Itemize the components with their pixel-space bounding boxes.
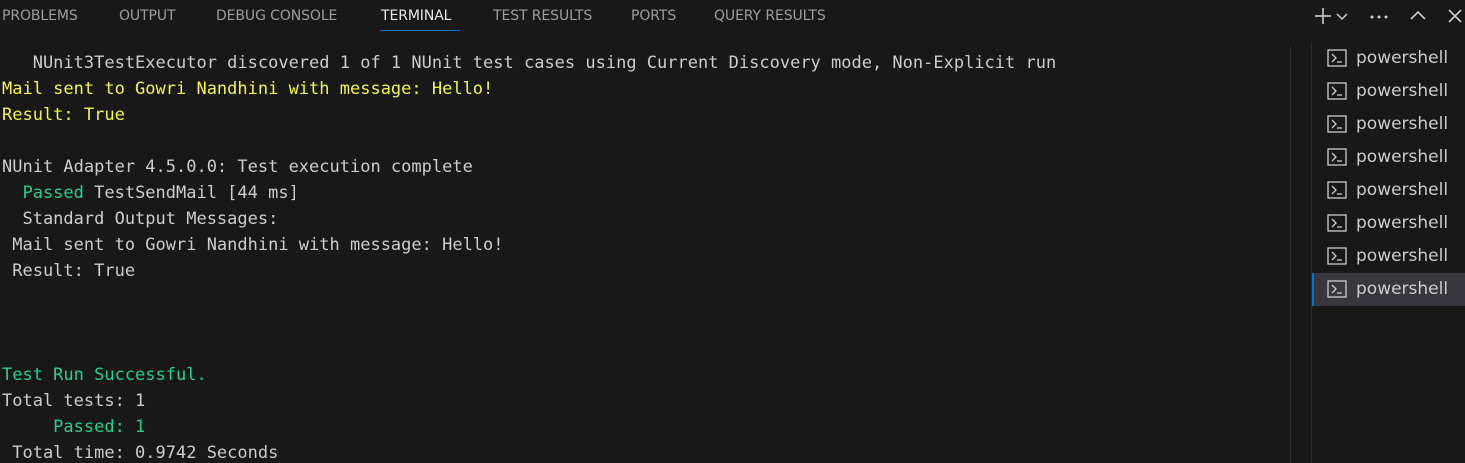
terminal-line: NUnit Adapter 4.5.0.0: Test execution co… xyxy=(2,157,473,177)
terminal-line: Standard Output Messages: xyxy=(2,209,279,229)
terminal-tab-item[interactable]: powershell xyxy=(1312,75,1465,108)
selection-indicator xyxy=(1312,273,1314,306)
terminal-powershell-icon xyxy=(1327,247,1347,265)
tab-problems[interactable]: PROBLEMS xyxy=(2,7,78,25)
terminal-powershell-icon xyxy=(1327,148,1347,166)
passed-label: Passed xyxy=(2,183,84,203)
terminal-tab-label: powershell xyxy=(1356,48,1449,68)
terminal-powershell-icon xyxy=(1327,214,1347,232)
terminal-tab-item[interactable]: powershell xyxy=(1312,42,1465,75)
terminal-tab-label: powershell xyxy=(1356,213,1449,233)
terminal-tab-item[interactable]: powershell xyxy=(1312,174,1465,207)
terminal-tab-item[interactable]: powershell xyxy=(1312,108,1465,141)
terminal-line: Result: True xyxy=(2,261,136,281)
terminal-tab-item[interactable]: powershell xyxy=(1312,240,1465,273)
terminal-powershell-icon xyxy=(1327,115,1347,133)
chevron-down-icon[interactable] xyxy=(1334,4,1350,28)
terminal-powershell-icon xyxy=(1327,280,1347,298)
terminal-tabs-list: powershell powershell powershell powersh… xyxy=(1311,42,1465,463)
terminal-panel: PROBLEMS OUTPUT DEBUG CONSOLE TERMINAL T… xyxy=(0,0,1465,463)
maximize-icon[interactable] xyxy=(1406,4,1430,28)
terminal-powershell-icon xyxy=(1327,82,1347,100)
panel-tab-bar: PROBLEMS OUTPUT DEBUG CONSOLE TERMINAL T… xyxy=(0,0,1465,32)
add-icon[interactable] xyxy=(1311,4,1335,28)
terminal-output[interactable]: NUnit3TestExecutor discovered 1 of 1 NUn… xyxy=(0,50,1290,463)
terminal-line: Passed TestSendMail [44 ms] xyxy=(2,182,299,204)
terminal-powershell-icon xyxy=(1327,49,1347,67)
tab-query-results[interactable]: QUERY RESULTS xyxy=(714,7,826,25)
terminal-line: Total time: 0.9742 Seconds xyxy=(2,443,279,463)
terminal-tab-label: powershell xyxy=(1356,147,1449,167)
terminal-tab-item[interactable]: powershell xyxy=(1312,141,1465,174)
terminal-tab-label: powershell xyxy=(1356,246,1449,266)
terminal-line: Total tests: 1 xyxy=(2,391,146,411)
terminal-line: Mail sent to Gowri Nandhini with message… xyxy=(2,79,494,99)
tab-debug-console[interactable]: DEBUG CONSOLE xyxy=(216,7,337,25)
tab-test-results[interactable]: TEST RESULTS xyxy=(493,7,592,25)
terminal-line: Mail sent to Gowri Nandhini with message… xyxy=(2,235,504,255)
more-icon[interactable] xyxy=(1367,4,1391,28)
terminal-tab-item-selected[interactable]: powershell xyxy=(1312,273,1465,306)
terminal-tab-label: powershell xyxy=(1356,180,1449,200)
terminal-line: Passed: 1 xyxy=(2,417,146,437)
terminal-tab-label: powershell xyxy=(1356,279,1449,299)
tab-output[interactable]: OUTPUT xyxy=(119,7,176,25)
tab-terminal[interactable]: TERMINAL xyxy=(381,7,451,25)
test-name-label: TestSendMail [44 ms] xyxy=(83,183,299,203)
terminal-line: NUnit3TestExecutor discovered 1 of 1 NUn… xyxy=(2,53,1057,73)
terminal-tab-label: powershell xyxy=(1356,114,1449,134)
terminal-line: Test Run Successful. xyxy=(2,365,207,385)
terminal-tab-label: powershell xyxy=(1356,81,1449,101)
close-icon[interactable] xyxy=(1443,4,1465,28)
terminal-line: Result: True xyxy=(2,105,125,125)
terminal-tab-item[interactable]: powershell xyxy=(1312,207,1465,240)
scrollbar-divider xyxy=(1290,46,1291,463)
terminal-powershell-icon xyxy=(1327,181,1347,199)
active-tab-indicator xyxy=(380,30,460,31)
tab-ports[interactable]: PORTS xyxy=(631,7,676,25)
